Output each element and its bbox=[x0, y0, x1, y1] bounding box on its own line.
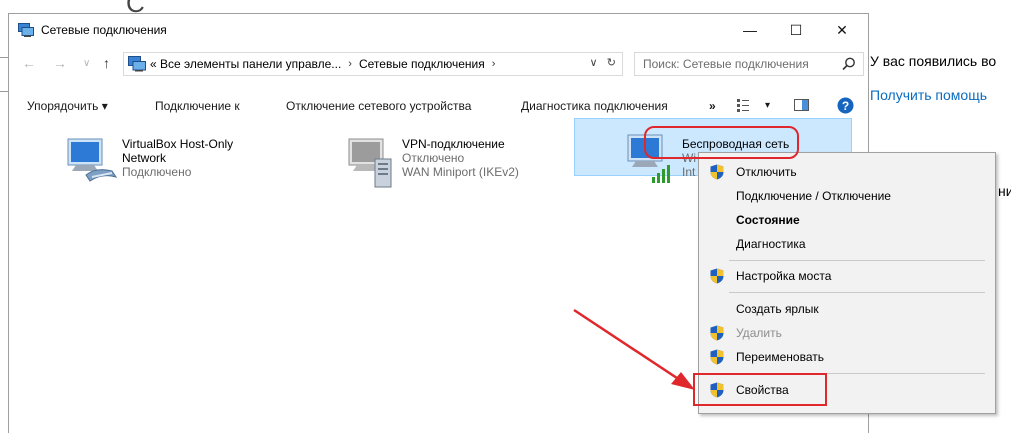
annotation-arrow-icon bbox=[573, 308, 695, 390]
